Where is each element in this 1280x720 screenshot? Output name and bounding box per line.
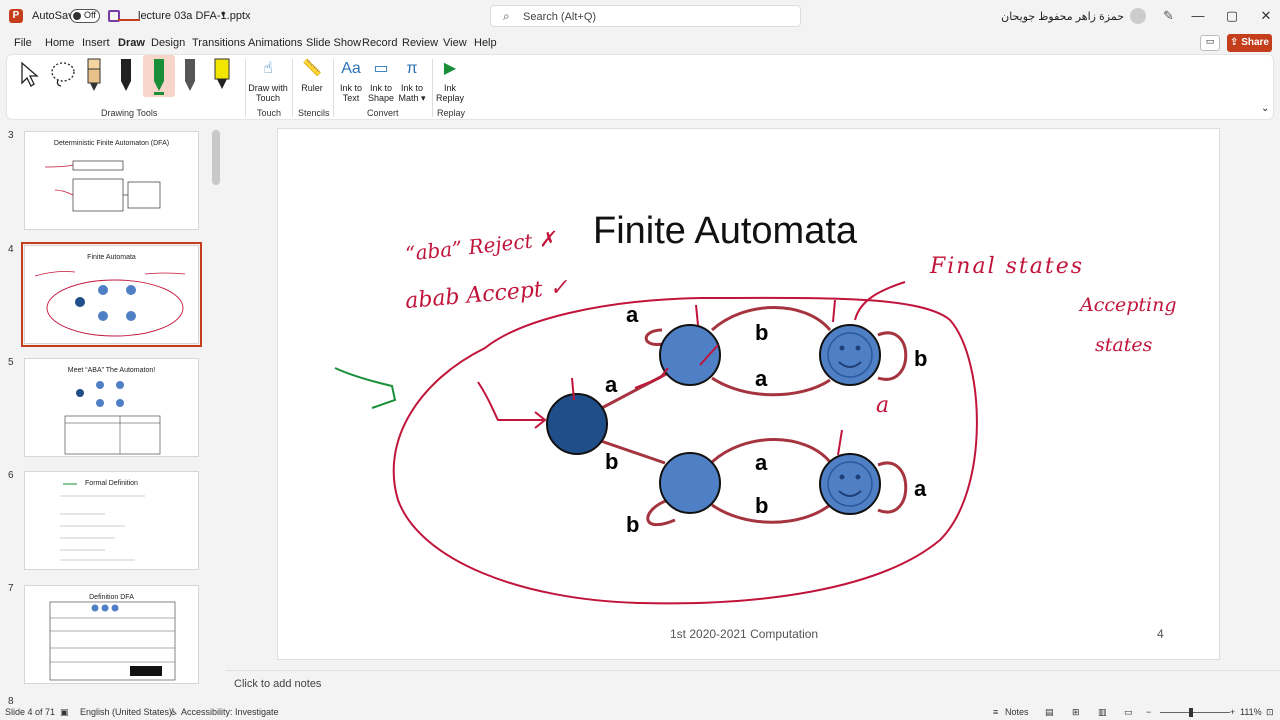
edge-label: b bbox=[914, 346, 928, 371]
green-ink-arrow bbox=[334, 367, 397, 409]
normal-view-icon[interactable]: ▤ bbox=[1045, 707, 1054, 718]
ink-arrow-down-2 bbox=[695, 304, 699, 326]
fit-slide-icon[interactable]: ⊡ bbox=[1266, 707, 1274, 718]
ink-arrow-down-3 bbox=[832, 299, 836, 323]
edge-q4-self bbox=[877, 461, 908, 514]
notes-placeholder: Click to add notes bbox=[234, 678, 322, 690]
accepting-state-q4 bbox=[819, 453, 881, 515]
automaton-diagram bbox=[334, 281, 978, 605]
ink-accepting-note-2: states bbox=[1095, 334, 1153, 356]
accessibility-status[interactable]: Accessibility: Investigate bbox=[181, 707, 279, 717]
accepting-state-q2 bbox=[819, 324, 881, 386]
edge-label: b bbox=[626, 512, 640, 537]
spellcheck-icon[interactable]: ▣ bbox=[60, 707, 69, 718]
ink-arrow-a bbox=[634, 367, 669, 389]
edge-label: a bbox=[605, 372, 618, 397]
edge-q2-self bbox=[877, 331, 908, 381]
notes-toggle[interactable]: Notes bbox=[1005, 707, 1029, 717]
edge-q1-to-q2 bbox=[710, 306, 832, 332]
presenter-view-icon[interactable]: ▭ bbox=[1124, 707, 1133, 718]
zoom-slider[interactable] bbox=[1160, 712, 1230, 713]
edge-label: b bbox=[755, 493, 769, 518]
edge-q3-to-q4 bbox=[710, 438, 832, 464]
start-state bbox=[546, 393, 608, 455]
reading-view-icon[interactable]: ▥ bbox=[1098, 707, 1107, 718]
notes-icon[interactable]: ≡ bbox=[993, 707, 998, 717]
slide-sorter-icon[interactable]: ⊞ bbox=[1072, 707, 1080, 718]
ink-a-note: a bbox=[876, 393, 890, 418]
slide-counter: Slide 4 of 71 bbox=[5, 707, 56, 717]
edge-label: a bbox=[755, 366, 768, 391]
status-bar: Slide 4 of 71 ▣ English (United States) … bbox=[0, 704, 1280, 720]
ink-final-states-note: Final states bbox=[930, 254, 1085, 279]
zoom-in-icon[interactable]: + bbox=[1230, 707, 1235, 717]
zoom-out-icon[interactable]: − bbox=[1146, 707, 1151, 717]
edge-label: a bbox=[914, 476, 927, 501]
ink-arrow-start bbox=[477, 381, 545, 421]
slide-footer: 1st 2020-2021 Computation bbox=[670, 627, 819, 641]
state-q3 bbox=[659, 452, 721, 514]
language-indicator[interactable]: English (United States) bbox=[80, 707, 172, 717]
edge-label: b bbox=[755, 320, 769, 345]
edge-label: a bbox=[755, 450, 768, 475]
edge-label: a bbox=[626, 302, 639, 327]
accessibility-icon[interactable]: ♿ bbox=[170, 707, 178, 718]
edge-q2-to-q1 bbox=[711, 376, 831, 397]
slide-number: 4 bbox=[1157, 627, 1164, 641]
zoom-slider-handle[interactable] bbox=[1189, 708, 1193, 717]
ink-arrow-down-4 bbox=[837, 429, 843, 456]
ink-accepting-note-1: Accepting bbox=[1080, 294, 1177, 316]
edge-q4-to-q3 bbox=[711, 503, 831, 524]
notes-pane[interactable]: Click to add notes bbox=[226, 670, 1280, 697]
state-q1 bbox=[659, 324, 721, 386]
zoom-level[interactable]: 111% bbox=[1240, 707, 1262, 717]
edge-label: b bbox=[605, 449, 619, 474]
